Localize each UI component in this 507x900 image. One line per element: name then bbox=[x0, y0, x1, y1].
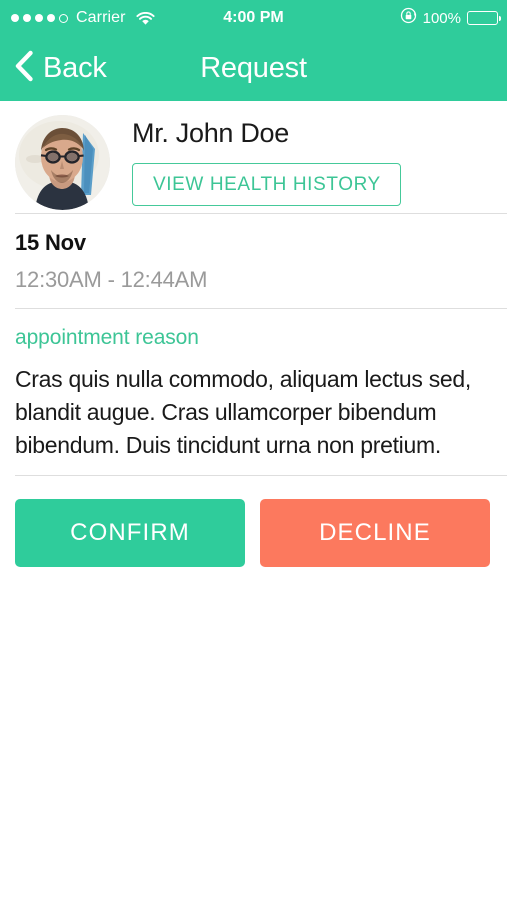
nav-bar: Back Request bbox=[0, 36, 507, 101]
appointment-reason-heading: appointment reason bbox=[15, 326, 199, 350]
appointment-datetime-section: 15 Nov 12:30AM - 12:44AM bbox=[0, 214, 507, 308]
patient-info: Mr. John Doe VIEW HEALTH HISTORY bbox=[110, 115, 492, 206]
patient-profile-row: Mr. John Doe VIEW HEALTH HISTORY bbox=[0, 101, 507, 213]
appointment-reason-section: appointment reason Cras quis nulla commo… bbox=[0, 309, 507, 475]
signal-strength-icon bbox=[11, 13, 68, 23]
carrier-label: Carrier bbox=[76, 9, 126, 26]
confirm-button[interactable]: CONFIRM bbox=[15, 499, 245, 568]
wifi-icon bbox=[136, 11, 155, 26]
avatar[interactable] bbox=[15, 115, 110, 210]
appointment-date: 15 Nov bbox=[15, 230, 86, 255]
decline-button[interactable]: DECLINE bbox=[260, 499, 490, 568]
battery-percent-label: 100% bbox=[422, 9, 461, 27]
chevron-left-icon bbox=[14, 50, 34, 87]
action-buttons: CONFIRM DECLINE bbox=[0, 476, 507, 568]
appointment-time-range: 12:30AM - 12:44AM bbox=[15, 266, 208, 292]
status-bar-left: Carrier bbox=[0, 9, 155, 27]
battery-full-icon bbox=[467, 11, 501, 25]
status-bar-right: 100% bbox=[400, 0, 501, 36]
view-health-history-button[interactable]: VIEW HEALTH HISTORY bbox=[132, 162, 401, 206]
status-bar: Carrier 4:00 PM 100% bbox=[0, 0, 507, 36]
back-button[interactable]: Back bbox=[0, 50, 107, 87]
patient-name: Mr. John Doe bbox=[132, 118, 289, 148]
app-header: Carrier 4:00 PM 100% Back Request bbox=[0, 0, 507, 101]
rotation-lock-icon bbox=[400, 7, 417, 29]
appointment-reason-text: Cras quis nulla commodo, aliquam lectus … bbox=[15, 366, 471, 458]
back-button-label: Back bbox=[43, 52, 107, 84]
main-content: Mr. John Doe VIEW HEALTH HISTORY 15 Nov … bbox=[0, 101, 507, 568]
